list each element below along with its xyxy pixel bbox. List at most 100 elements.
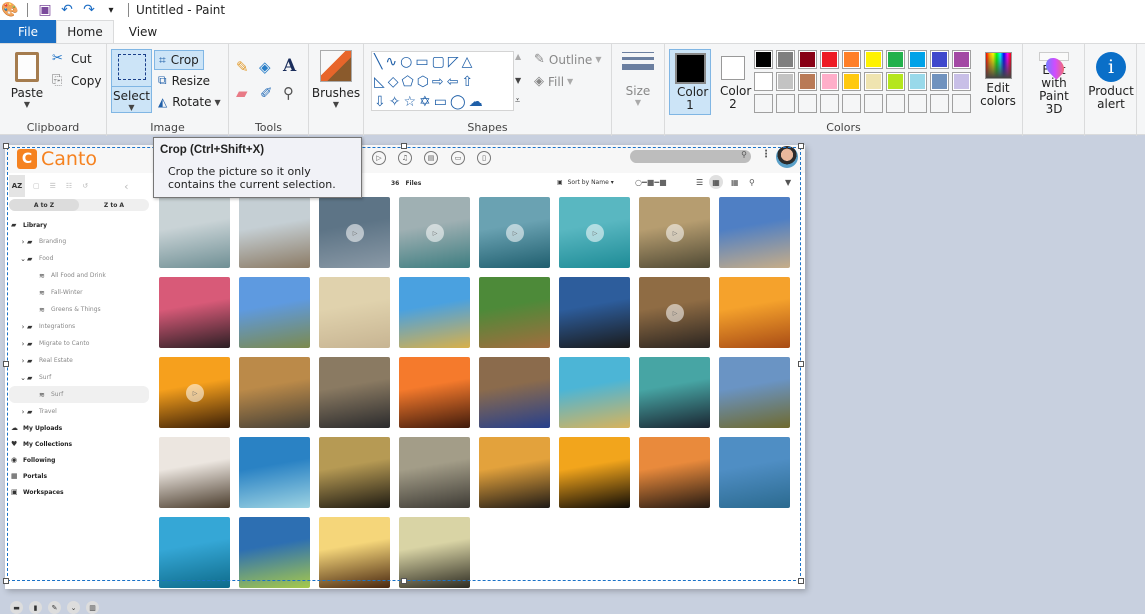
filter-icon[interactable]: ▼ bbox=[785, 178, 791, 187]
thumbnail-surfer-walking-shore[interactable] bbox=[159, 197, 230, 268]
document-filter-icon[interactable]: ▤ bbox=[424, 151, 438, 165]
thumbnail-sunset-silhouette[interactable] bbox=[479, 437, 550, 508]
chevron-right-icon[interactable]: › bbox=[19, 408, 27, 416]
palette-color-swatch[interactable] bbox=[952, 72, 971, 91]
resize-handle-e[interactable] bbox=[798, 361, 804, 367]
thumbnail-surfboards-palms[interactable] bbox=[399, 277, 470, 348]
resize-handle-n[interactable] bbox=[401, 143, 407, 149]
palette-color-swatch[interactable] bbox=[952, 50, 971, 69]
color-picker-icon[interactable]: ✐ bbox=[260, 84, 273, 102]
chevron-down-icon[interactable]: ⌄ bbox=[19, 255, 27, 263]
chevron-right-icon[interactable]: › bbox=[19, 340, 27, 348]
paste-button[interactable]: Paste ▼ bbox=[6, 50, 48, 116]
tree-item[interactable]: › ▰ Travel bbox=[9, 403, 149, 420]
tree-item[interactable]: ▣ Workspaces bbox=[9, 484, 149, 500]
thumbnail-apple-sneakers[interactable] bbox=[479, 357, 550, 428]
resize-handle-nw[interactable] bbox=[3, 143, 9, 149]
collapse-icon[interactable]: ‹ bbox=[124, 180, 128, 193]
folder-icon[interactable]: ▮ bbox=[29, 601, 42, 614]
edit-colors-button[interactable]: Edit colors bbox=[976, 50, 1020, 116]
custom-color-slot[interactable] bbox=[798, 94, 817, 113]
resize-handle-se[interactable] bbox=[798, 578, 804, 584]
presentation-filter-icon[interactable]: ▭ bbox=[451, 151, 465, 165]
palette-color-swatch[interactable] bbox=[908, 72, 927, 91]
audio-filter-icon[interactable]: ♫ bbox=[398, 151, 412, 165]
palette-color-swatch[interactable] bbox=[930, 72, 949, 91]
resize-handle-w[interactable] bbox=[3, 361, 9, 367]
palette-color-swatch[interactable] bbox=[842, 72, 861, 91]
tab-file[interactable]: File bbox=[0, 20, 56, 43]
tab-home[interactable]: Home bbox=[56, 20, 114, 43]
palette-color-swatch[interactable] bbox=[798, 50, 817, 69]
palette-color-swatch[interactable] bbox=[908, 50, 927, 69]
resize-handle-s[interactable] bbox=[401, 578, 407, 584]
palette-color-swatch[interactable] bbox=[864, 72, 883, 91]
sort-a-to-z[interactable]: A to Z bbox=[9, 199, 79, 211]
crop-button[interactable]: ⌗ Crop bbox=[154, 50, 204, 70]
thumbnail-beach-silhouette[interactable] bbox=[399, 517, 470, 588]
thumbnail-palms-pier[interactable] bbox=[639, 357, 710, 428]
tree-item[interactable]: › ▰ Branding bbox=[9, 233, 149, 250]
expand-gallery-icon[interactable]: ⩡ bbox=[515, 96, 520, 106]
text-tool-icon[interactable]: A bbox=[283, 56, 296, 76]
paint-canvas[interactable]: C Canto ▷ ♫ ▤ ▭ ▯ ⚲ ⋮ AZ ▢ ☰ ☷ ↺ ‹ A to … bbox=[5, 145, 805, 614]
tree-item[interactable]: ◉ Following bbox=[9, 452, 149, 468]
palette-color-swatch[interactable] bbox=[776, 50, 795, 69]
custom-color-slot[interactable] bbox=[952, 94, 971, 113]
rotate-button[interactable]: ◭ Rotate ▼ bbox=[158, 95, 221, 109]
thumbnail-beach-shack[interactable] bbox=[719, 197, 790, 268]
palette-color-swatch[interactable] bbox=[820, 50, 839, 69]
thumbnail-surfer-turquoise-video[interactable]: ▷ bbox=[559, 197, 630, 268]
fill-bucket-icon[interactable]: ◈ bbox=[259, 58, 271, 76]
palette-color-swatch[interactable] bbox=[886, 50, 905, 69]
calendar-icon[interactable]: ▢ bbox=[33, 182, 40, 190]
custom-color-slot[interactable] bbox=[864, 94, 883, 113]
chevron-right-icon[interactable]: › bbox=[19, 323, 27, 331]
thumbnail-pier-palms-sunset[interactable] bbox=[639, 437, 710, 508]
thumbnail-breaking-wave-video[interactable]: ▷ bbox=[399, 197, 470, 268]
chevron-down-icon[interactable]: ⌄ bbox=[67, 601, 80, 614]
palette-color-swatch[interactable] bbox=[798, 72, 817, 91]
thumbnail-surfboards-fence[interactable] bbox=[239, 277, 310, 348]
thumbnail-palm-city-sunset[interactable] bbox=[399, 357, 470, 428]
size-button[interactable]: Size ▼ bbox=[618, 52, 658, 114]
outline-button[interactable]: ✎ Outline ▼ bbox=[534, 52, 601, 67]
other-filter-icon[interactable]: ▯ bbox=[477, 151, 491, 165]
fill-button[interactable]: ◈ Fill ▼ bbox=[534, 74, 573, 89]
palette-color-swatch[interactable] bbox=[754, 72, 773, 91]
resize-button[interactable]: ⧉ Resize bbox=[158, 73, 210, 88]
select-button[interactable]: Select ▼ bbox=[111, 49, 152, 113]
brushes-button[interactable]: Brushes ▼ bbox=[312, 50, 360, 114]
refresh-icon[interactable]: ↺ bbox=[82, 182, 88, 190]
grid-view-icon[interactable]: ▦ bbox=[709, 175, 723, 189]
tab-view[interactable]: View bbox=[114, 20, 172, 43]
video-filter-icon[interactable]: ▷ bbox=[372, 151, 386, 165]
chevron-right-icon[interactable]: › bbox=[19, 238, 27, 246]
list-view-icon[interactable]: ☰ bbox=[696, 178, 703, 187]
palette-color-swatch[interactable] bbox=[754, 50, 773, 69]
tree-item[interactable]: ≋ Fall-Winter bbox=[9, 284, 149, 301]
thumbnail-surfer-entering-waves[interactable] bbox=[239, 197, 310, 268]
redo-icon[interactable]: ↷ bbox=[81, 2, 97, 18]
thumbnail-yoga-sunset[interactable] bbox=[319, 517, 390, 588]
thumbnail-ocean-sunset[interactable] bbox=[319, 357, 390, 428]
thumbnail-size-slider[interactable]: ○━■━■ bbox=[635, 178, 667, 187]
cut-button[interactable]: ✂ Cut bbox=[52, 51, 92, 66]
color1-button[interactable]: Color 1 bbox=[669, 49, 711, 115]
tree-item[interactable]: ☁ My Uploads bbox=[9, 420, 149, 436]
custom-color-slot[interactable] bbox=[930, 94, 949, 113]
thumbnail-silver-waves[interactable] bbox=[399, 437, 470, 508]
thumbnail-motorcycle-beach[interactable] bbox=[159, 437, 230, 508]
thumbnail-orange-sunset-beach[interactable] bbox=[719, 277, 790, 348]
thumbnail-coastal-fog[interactable] bbox=[719, 437, 790, 508]
canto-search-input[interactable]: ⚲ bbox=[630, 150, 751, 163]
thumbnail-palm-surfboards[interactable] bbox=[479, 277, 550, 348]
tree-item[interactable]: › ▰ Real Estate bbox=[9, 352, 149, 369]
tree-item[interactable]: ≋ All Food and Drink bbox=[9, 267, 149, 284]
shapes-gallery[interactable]: ╲∿○▭▢◸△ ◺◇⬠⬡⇨⇦⇧ ⇩✧☆✡▭◯☁ bbox=[371, 51, 514, 111]
undo-icon[interactable]: ↶ bbox=[59, 2, 75, 18]
resize-handle-ne[interactable] bbox=[798, 143, 804, 149]
thumbnail-sunset-video[interactable]: ▷ bbox=[639, 277, 710, 348]
az-sort-button[interactable]: AZ bbox=[9, 175, 25, 197]
thumbnail-wave-curl[interactable] bbox=[559, 357, 630, 428]
